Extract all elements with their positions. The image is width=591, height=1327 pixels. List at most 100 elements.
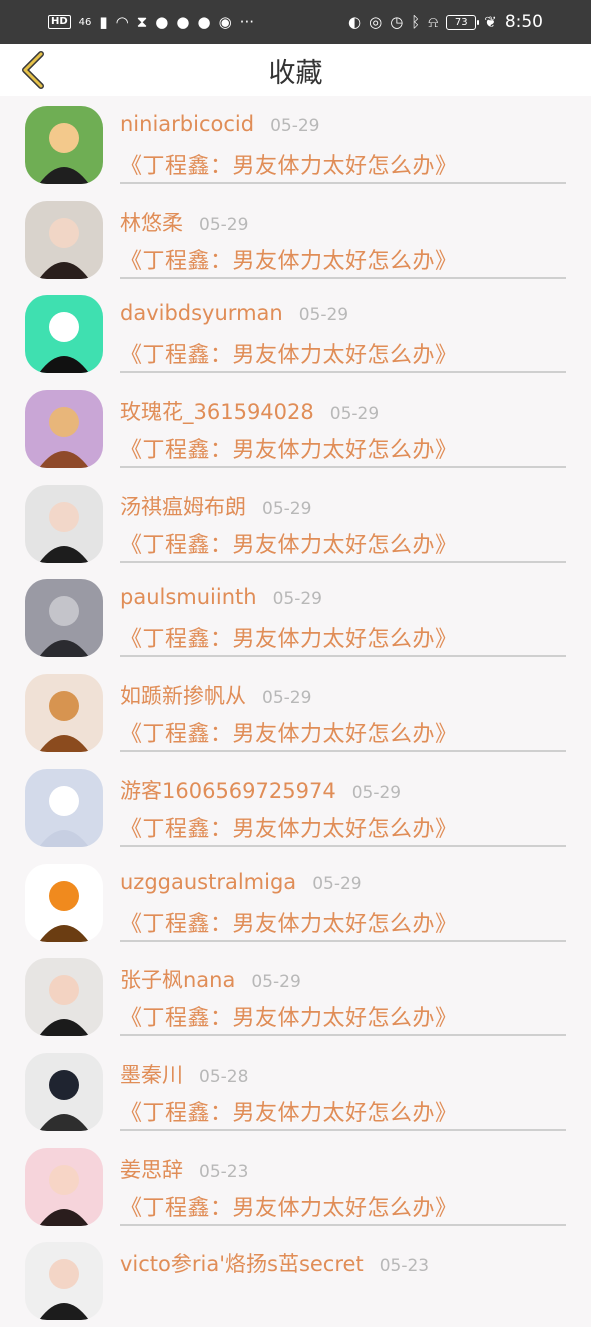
avatar[interactable] [25,579,103,658]
favorite-date: 05-23 [199,1161,249,1182]
divider [120,844,566,847]
status-bar: HD 46 ▮ ◠ ⧗ ● ● ● ◉ ··· ◐ ◎ ◷ ᛒ ⍾ 73 ❦ 8… [0,0,591,44]
user-info-row: 林悠柔 05-29 [120,207,248,237]
username[interactable]: 姜思辞 [120,1154,183,1184]
favorite-date: 05-29 [262,688,312,709]
username[interactable]: victo参ria'烙扬s茁secret [120,1248,364,1278]
divider [120,1034,566,1037]
user-info-row: 张子枫nana 05-29 [120,964,301,994]
avatar[interactable] [25,390,103,469]
chat-icon: ● [176,12,190,31]
mute-bell-icon: ⍾ [428,12,439,31]
divider [120,655,566,658]
page-title: 收藏 [268,58,323,89]
favorites-list: niniarbicocid 05-29 《丁程鑫：男友体力太好怎么办》 林悠柔 05-2… [0,96,591,1327]
article-title[interactable]: 《丁程鑫：男友体力太好怎么办》 [120,243,458,275]
favorite-item[interactable]: 玫瑰花_361594028 05-29 《丁程鑫：男友体力太好怎么办》 [0,380,591,475]
user-info-row: 汤祺瘟姆布朗 05-29 [120,491,311,521]
avatar[interactable] [25,674,103,753]
favorite-date: 05-29 [270,116,320,136]
avatar[interactable] [25,1052,103,1131]
username[interactable]: niniarbicocid [120,112,254,136]
favorite-item[interactable]: 如踬新掺帆从 05-29 《丁程鑫：男友体力太好怎么办》 [0,664,591,759]
divider [120,750,566,753]
favorite-item[interactable]: paulsmuiinth 05-29 《丁程鑫：男友体力太好怎么办》 [0,569,591,664]
username[interactable]: 如踬新掺帆从 [120,680,246,710]
username[interactable]: 墨秦川 [120,1059,183,1089]
user-info-row: 玫瑰花_361594028 05-29 [120,396,379,426]
app-icon: ● [155,12,169,31]
header-bar: 收藏 [0,44,591,96]
favorite-item[interactable]: 姜思辞 05-23 《丁程鑫：男友体力太好怎么办》 [0,1138,591,1233]
network-type: 46 [78,16,92,28]
avatar[interactable] [25,1242,103,1321]
article-title[interactable]: 《丁程鑫：男友体力太好怎么办》 [120,906,458,938]
username[interactable]: 玫瑰花_361594028 [120,396,314,426]
username[interactable]: 林悠柔 [120,207,183,237]
avatar[interactable] [25,863,103,942]
article-title[interactable]: 《丁程鑫：男友体力太好怎么办》 [120,716,458,748]
divider [120,276,566,279]
favorite-item[interactable]: 汤祺瘟姆布朗 05-29 《丁程鑫：男友体力太好怎么办》 [0,475,591,570]
avatar[interactable] [25,200,103,279]
favorite-item[interactable]: 游客1606569725974 05-29 《丁程鑫：男友体力太好怎么办》 [0,759,591,854]
leaf-icon: ❦ [484,12,497,31]
favorite-item[interactable]: 张子枫nana 05-29 《丁程鑫：男友体力太好怎么办》 [0,948,591,1043]
avatar[interactable] [25,1147,103,1226]
username[interactable]: davibdsyurman [120,301,283,325]
avatar[interactable] [25,958,103,1037]
article-title[interactable]: 《丁程鑫：男友体力太好怎么办》 [120,811,458,843]
favorite-item[interactable]: uzggaustralmiga 05-29 《丁程鑫：男友体力太好怎么办》 [0,854,591,949]
avatar[interactable] [25,484,103,563]
user-info-row: victo参ria'烙扬s茁secret 05-23 [120,1248,429,1278]
signal-icon: ▮ [99,12,108,31]
eye-icon: ◎ [369,12,383,31]
favorite-date: 05-29 [312,873,362,894]
divider [120,939,566,942]
username[interactable]: uzggaustralmiga [120,870,296,894]
clock: 8:50 [504,12,543,32]
divider [120,560,566,563]
status-bar-right: ◐ ◎ ◷ ᛒ ⍾ 73 ❦ 8:50 [348,12,543,32]
user-info-row: 如踬新掺帆从 05-29 [120,680,311,710]
username[interactable]: paulsmuiinth [120,585,257,609]
avatar[interactable] [25,106,103,184]
user-info-row: niniarbicocid 05-29 [120,112,319,142]
divider [120,1223,566,1226]
article-title[interactable]: 《丁程鑫：男友体力太好怎么办》 [120,527,458,559]
favorite-date: 05-29 [329,404,380,425]
username[interactable]: 汤祺瘟姆布朗 [120,491,246,521]
favorite-item[interactable]: 林悠柔 05-29 《丁程鑫：男友体力太好怎么办》 [0,191,591,286]
divider [120,182,566,184]
favorite-item[interactable]: davibdsyurman 05-29 《丁程鑫：男友体力太好怎么办》 [0,285,591,380]
favorite-date: 05-29 [272,589,322,610]
favorite-date: 05-23 [379,1256,430,1277]
favorite-date: 05-29 [298,305,349,326]
favorite-date: 05-28 [199,1066,249,1087]
wifi-icon: ◠ [115,12,129,31]
divider [120,1128,566,1131]
data-saver-icon: ◐ [348,12,362,31]
article-title[interactable]: 《丁程鑫：男友体力太好怎么办》 [120,432,458,464]
avatar[interactable] [25,295,103,374]
article-title[interactable]: 《丁程鑫：男友体力太好怎么办》 [120,337,458,369]
username[interactable]: 游客1606569725974 [120,775,336,805]
article-title[interactable]: 《丁程鑫：男友体力太好怎么办》 [120,1000,458,1032]
username[interactable]: 张子枫nana [120,964,235,994]
hourglass-icon: ⧗ [136,12,148,31]
camera-icon: ◉ [218,12,232,31]
article-title[interactable]: 《丁程鑫：男友体力太好怎么办》 [120,1095,458,1127]
user-info-row: 游客1606569725974 05-29 [120,775,401,805]
more-notifications-icon: ··· [239,13,254,31]
favorite-item[interactable]: niniarbicocid 05-29 《丁程鑫：男友体力太好怎么办》 [0,96,591,191]
wechat-icon: ● [197,12,211,31]
article-title[interactable]: 《丁程鑫：男友体力太好怎么办》 [120,1190,458,1222]
bluetooth-icon: ᛒ [411,12,421,31]
alarm-icon: ◷ [390,12,404,31]
article-title[interactable]: 《丁程鑫：男友体力太好怎么办》 [120,148,458,180]
favorite-date: 05-29 [262,498,312,519]
article-title[interactable]: 《丁程鑫：男友体力太好怎么办》 [120,621,458,653]
avatar[interactable] [25,768,103,847]
battery-icon: 73 [446,14,480,30]
favorite-item[interactable]: 墨秦川 05-28 《丁程鑫：男友体力太好怎么办》 [0,1043,591,1138]
